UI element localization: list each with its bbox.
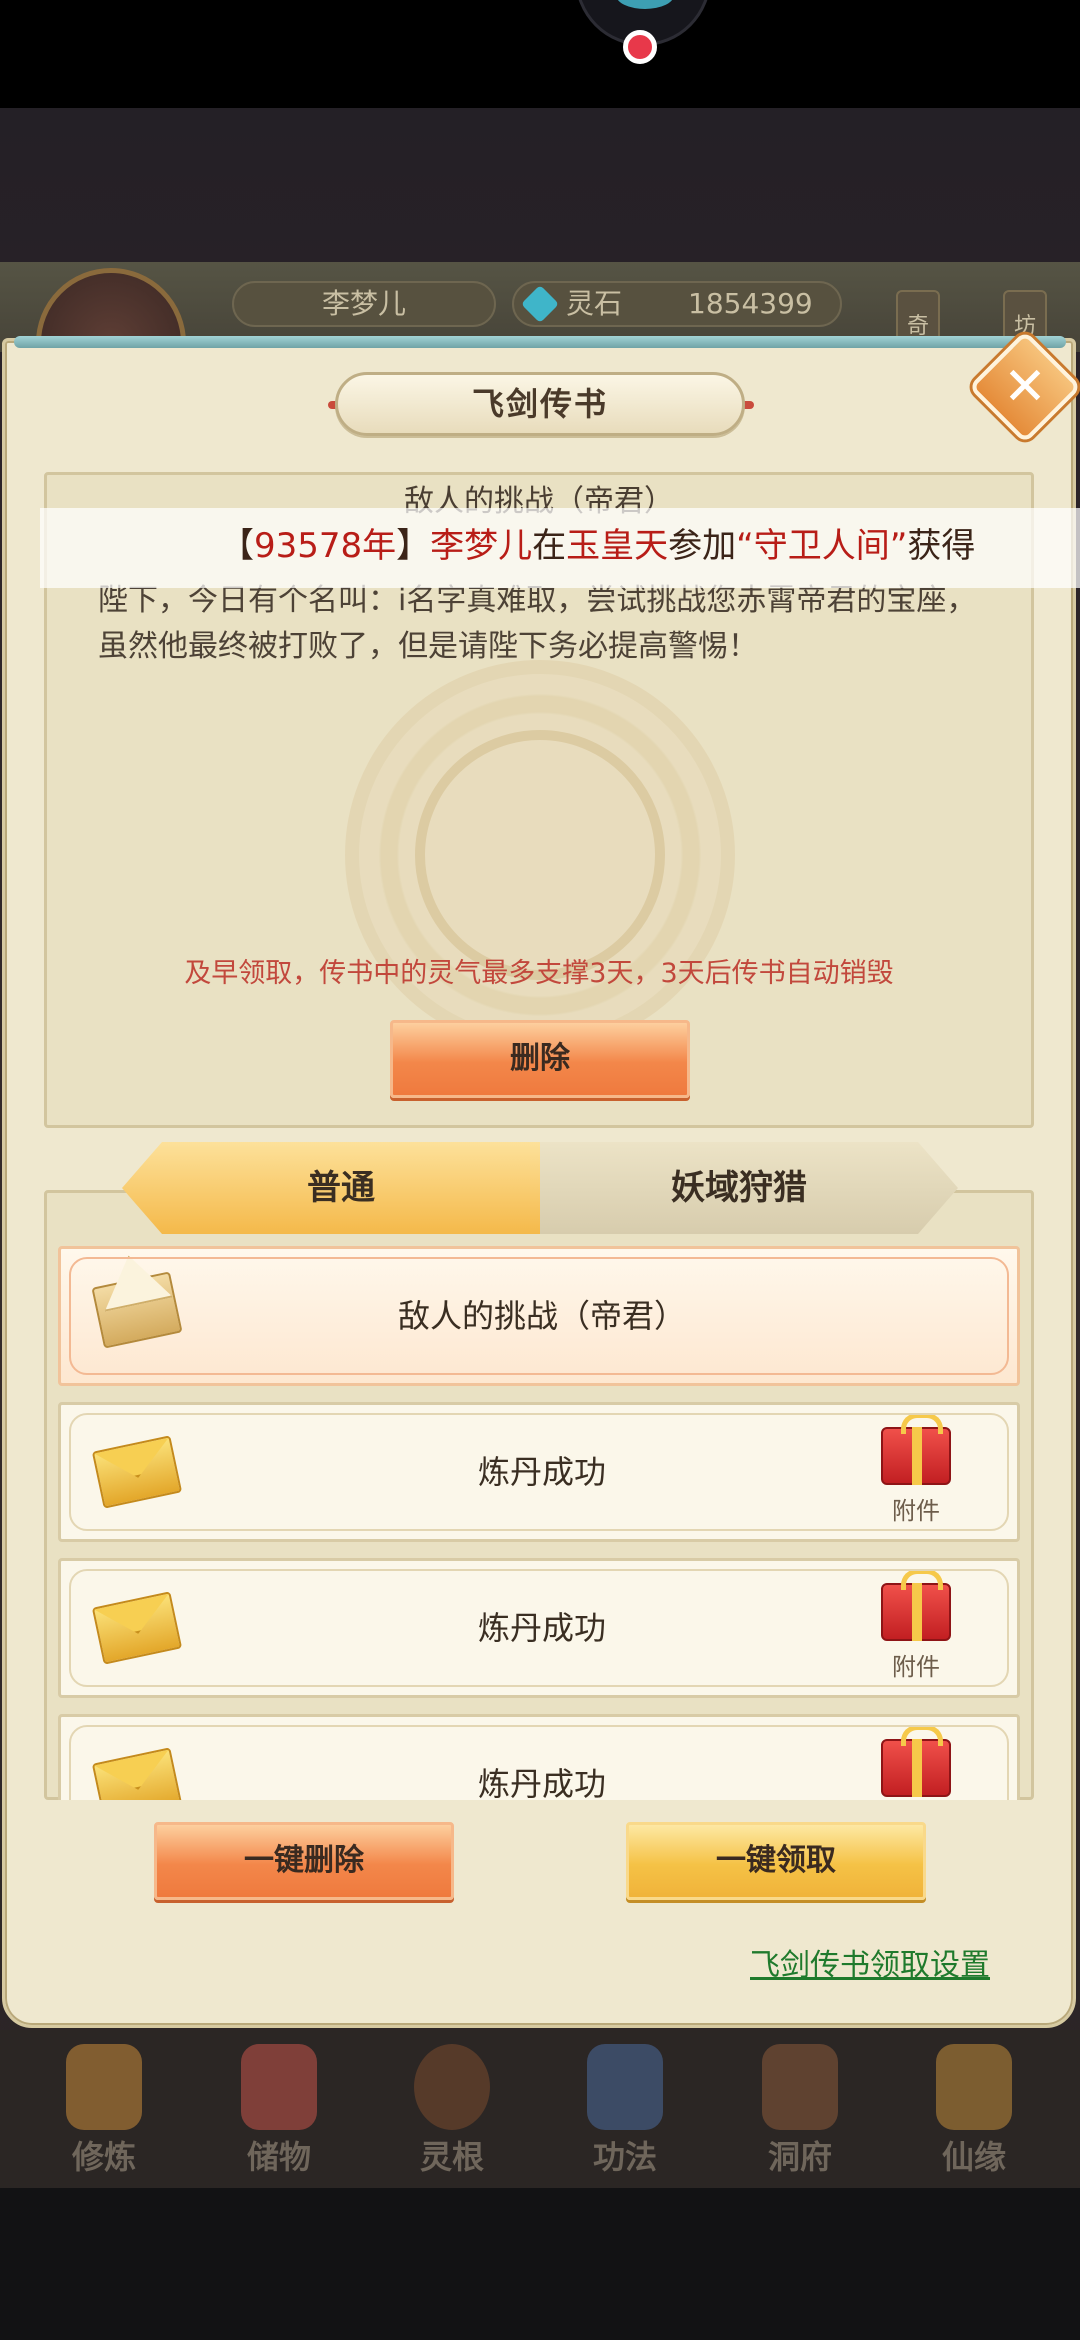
mail-row[interactable]: 炼丹成功 附件 xyxy=(58,1558,1020,1698)
attachment-label: 附件 xyxy=(892,1653,940,1681)
claim-all-label[interactable]: 一键领取 xyxy=(626,1822,926,1900)
broadcast-player: 李梦儿 xyxy=(430,526,533,566)
closed-envelope-icon xyxy=(91,1747,183,1800)
close-icon[interactable]: ✕ xyxy=(985,347,1065,427)
scroll-rod xyxy=(14,336,1066,348)
bird-icon xyxy=(616,0,674,9)
delete-all-label[interactable]: 一键删除 xyxy=(154,1822,454,1900)
spirit-root-icon xyxy=(414,2044,490,2130)
open-envelope-icon xyxy=(91,1271,183,1349)
gift-box-icon xyxy=(881,1725,951,1797)
mail-title: 炼丹成功 xyxy=(477,1609,606,1647)
nav-label: 仙缘 xyxy=(941,2138,1006,2176)
delete-button-label[interactable]: 删除 xyxy=(390,1020,690,1098)
gift-box-icon xyxy=(881,1569,951,1641)
mail-row[interactable]: 炼丹成功 xyxy=(58,1714,1020,1800)
treasure-bag-icon xyxy=(241,2044,317,2130)
broadcast-word: 在 xyxy=(532,526,567,566)
broadcast-bracket: 】 xyxy=(396,526,431,566)
broadcast-text: 【93578年】李梦儿在玉皇天参加“守卫人间”获得 xyxy=(220,518,975,574)
nav-label: 洞府 xyxy=(767,2138,832,2176)
nav-label: 储物 xyxy=(246,2138,311,2176)
closed-envelope-icon xyxy=(91,1435,183,1509)
gourd-icon xyxy=(936,2044,1012,2130)
expiry-notice: 及早领取，传书中的灵气最多支撑3天，3天后传书自动销毁 xyxy=(184,958,894,989)
monk-icon xyxy=(66,2044,142,2130)
player-name: 李梦儿 xyxy=(232,281,496,327)
mail-row[interactable]: 敌人的挑战（帝君） xyxy=(58,1246,1020,1386)
nav-label: 功法 xyxy=(592,2138,657,2176)
attachment-label: 附件 xyxy=(892,1497,940,1525)
gift-box-icon xyxy=(881,1413,951,1485)
emblem-ring xyxy=(415,730,665,980)
broadcast-place: 玉皇天 xyxy=(566,526,669,566)
closed-envelope-icon xyxy=(91,1591,183,1665)
broadcast-word: 获得 xyxy=(907,526,976,566)
tab-hunt-label[interactable]: 妖域狩猎 xyxy=(540,1142,938,1234)
currency-label: 灵石 xyxy=(566,287,623,320)
broadcast-year: 93578年 xyxy=(254,526,397,566)
nav-label: 灵根 xyxy=(419,2138,484,2176)
nav-item-fate[interactable]: 仙缘 xyxy=(914,2040,1034,2180)
panel-title: 飞剑传书 xyxy=(471,385,608,423)
mail-title: 炼丹成功 xyxy=(477,1453,606,1491)
nav-item-skills[interactable]: 功法 xyxy=(565,2040,685,2180)
bottom-bar xyxy=(0,2188,1080,2340)
nav-item-cultivate[interactable]: 修炼 xyxy=(44,2040,164,2180)
record-dot-icon xyxy=(623,30,657,64)
status-area xyxy=(0,0,1080,108)
mail-title: 炼丹成功 xyxy=(477,1765,606,1800)
cave-house-icon xyxy=(762,2044,838,2130)
nav-item-cave[interactable]: 洞府 xyxy=(740,2040,860,2180)
claim-settings-link[interactable]: 飞剑传书领取设置 xyxy=(750,1940,990,1984)
scripture-book-icon xyxy=(587,2044,663,2130)
broadcast-bracket: 【 xyxy=(220,526,254,566)
nav-label: 修炼 xyxy=(71,2138,136,2176)
detail-body: 陛下，今日有个名叫：i名字真难取，尝试挑战您赤霄帝君的宝座，虽然他最终被打败了，… xyxy=(98,583,977,664)
nav-item-storage[interactable]: 储物 xyxy=(219,2040,339,2180)
mail-row[interactable]: 炼丹成功 附件 xyxy=(58,1402,1020,1542)
mail-title: 敌人的挑战（帝君） xyxy=(397,1297,686,1335)
broadcast-word: 参加 xyxy=(668,526,737,566)
currency-value: 1854399 xyxy=(688,287,813,320)
tab-normal-label[interactable]: 普通 xyxy=(142,1142,540,1234)
nav-item-root[interactable]: 灵根 xyxy=(392,2040,512,2180)
mail-list[interactable]: 敌人的挑战（帝君） 炼丹成功 附件 炼丹成功 附件 炼丹成功 xyxy=(44,1238,1034,1800)
broadcast-event: “守卫人间” xyxy=(736,526,908,566)
